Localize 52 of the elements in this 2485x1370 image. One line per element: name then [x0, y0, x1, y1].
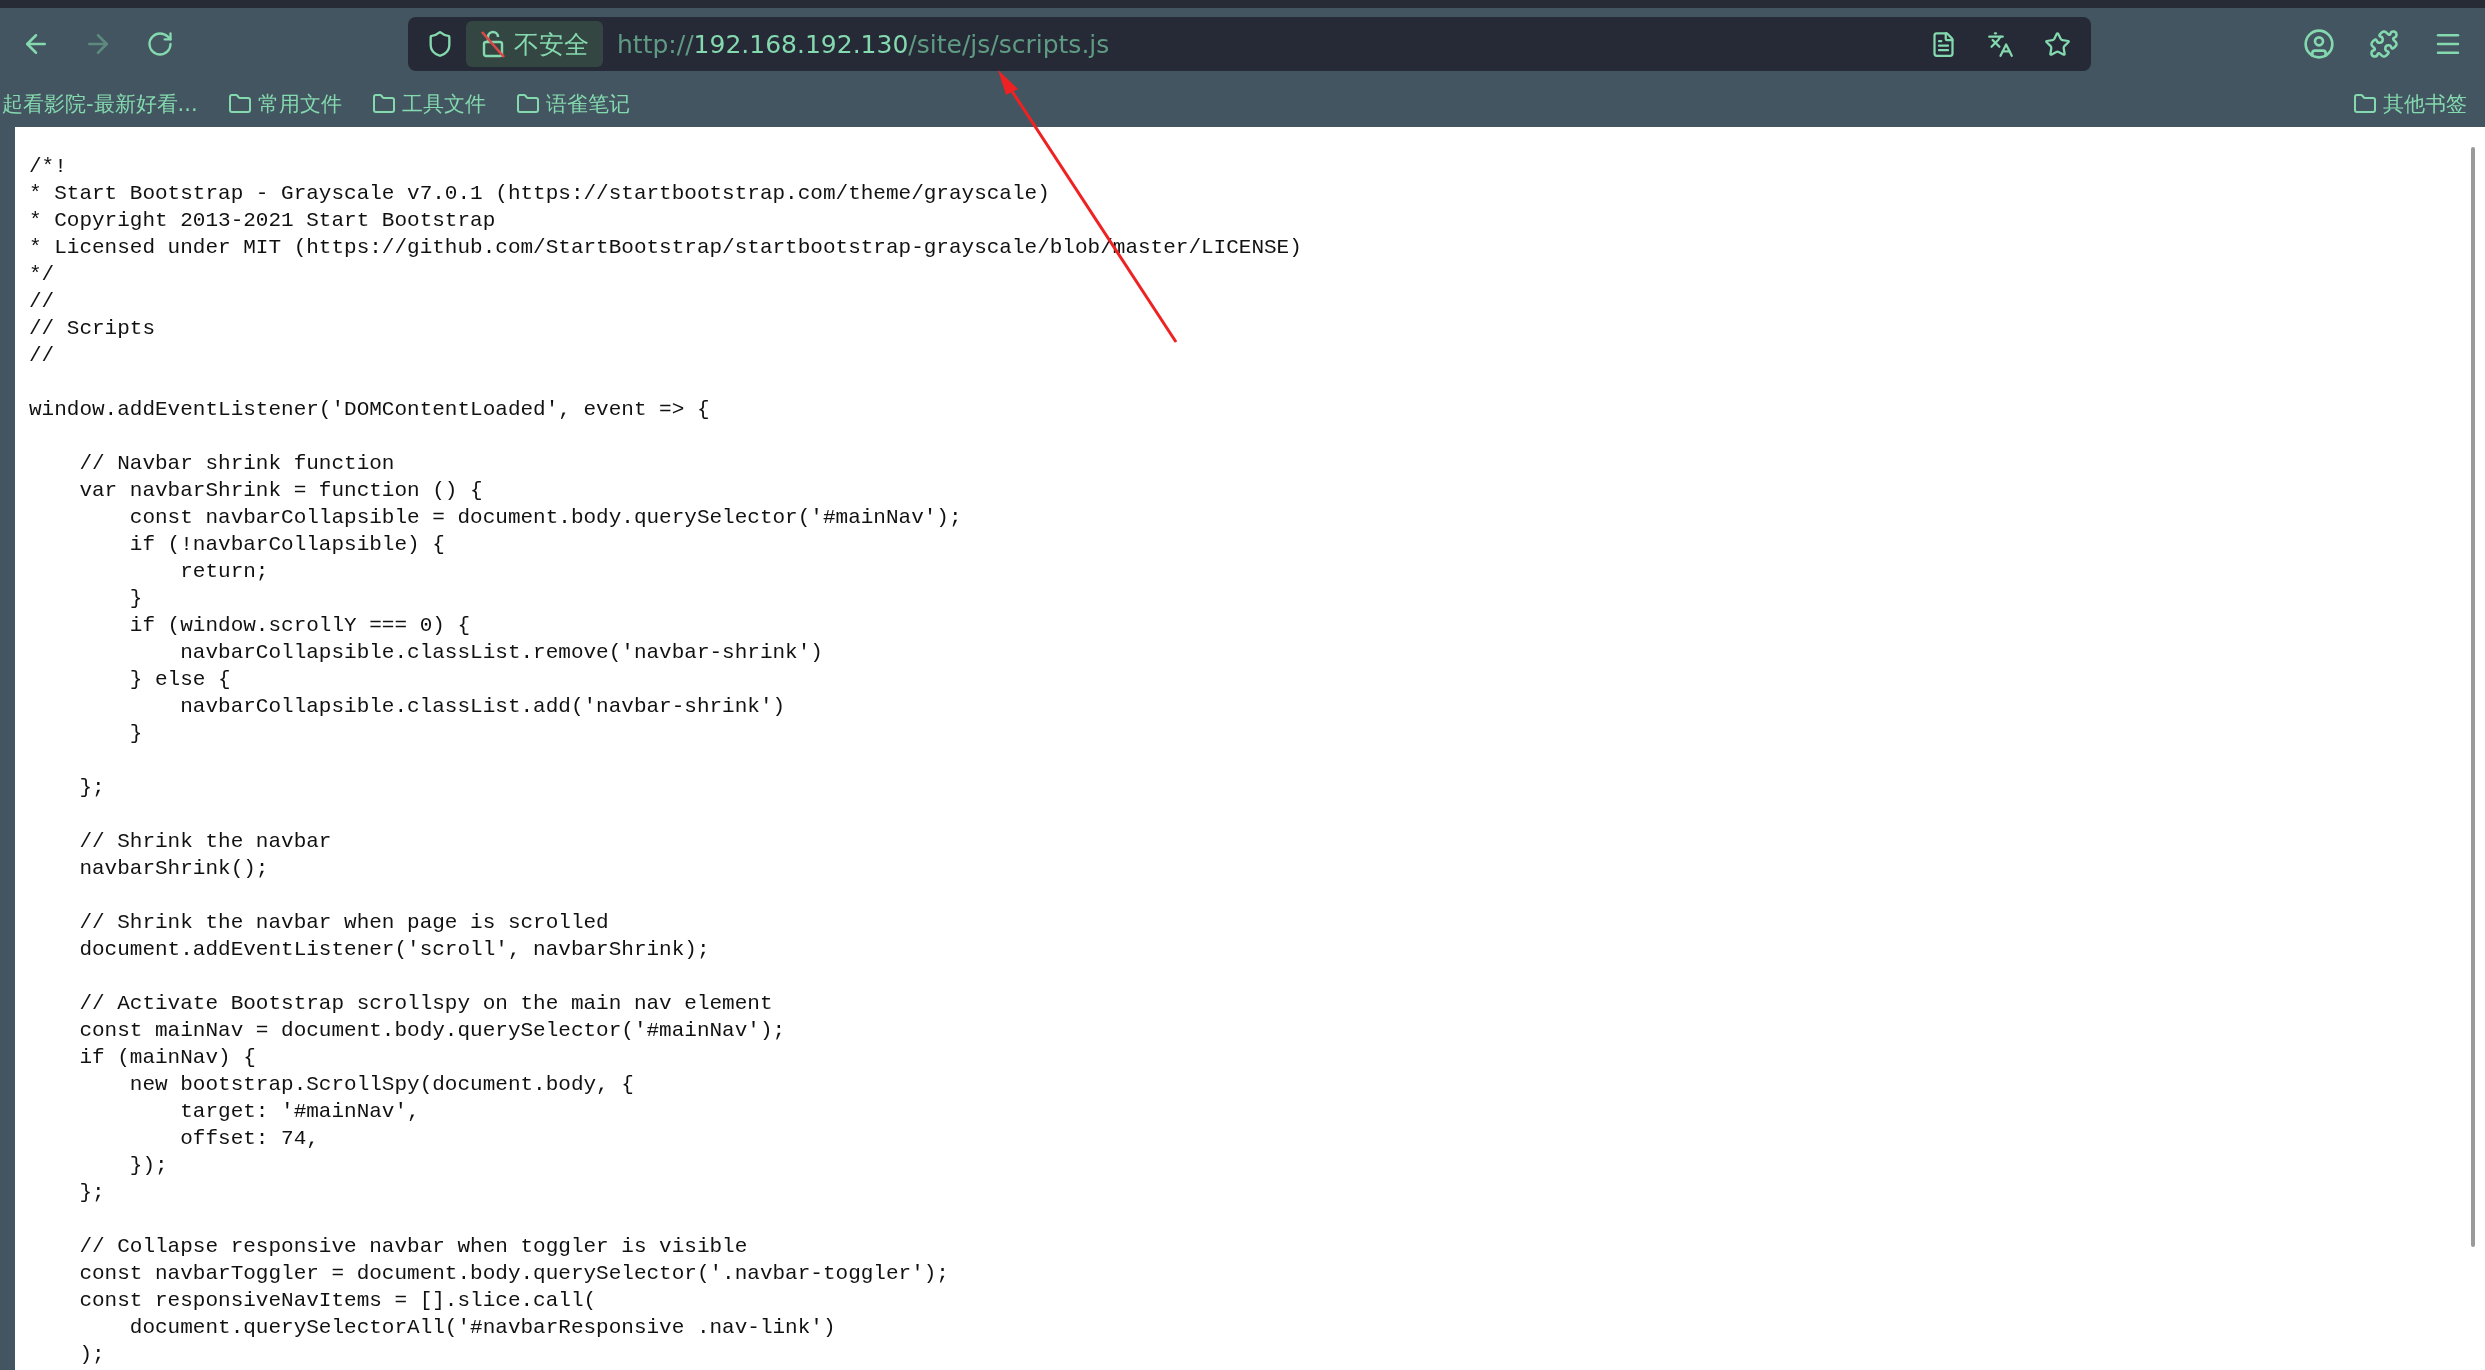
- code-line: } else {: [128, 667, 231, 693]
- bookmark-folder[interactable]: 其他书签: [2349, 87, 2471, 120]
- code-line: const navbarToggler = document.body.querySelector('.navbar-toggler');: [78, 1261, 949, 1287]
- scrollbar-thumb[interactable]: [2471, 147, 2475, 1247]
- folder-icon: [2353, 91, 2377, 116]
- reload-icon: [146, 30, 174, 58]
- code-line: };: [78, 775, 105, 801]
- code-line: navbarCollapsible.classList.add('navbar-shrink'): [179, 694, 786, 720]
- code-line: document.addEventListener('scroll', navbarShrink);: [78, 937, 710, 963]
- folder-icon: [227, 91, 252, 116]
- code-line: // Collapse responsive navbar when toggler is visible: [78, 1234, 748, 1260]
- bookmark-folder[interactable]: 常用文件: [223, 87, 346, 120]
- code-line: };: [78, 1180, 105, 1206]
- code-line: * Start Bootstrap - Grayscale v7.0.1 (https://startbootstrap.com/theme/grayscale): [29, 181, 1050, 207]
- url-text[interactable]: http://192.168.192.130/site/js/scripts.js: [617, 29, 1926, 59]
- code-line: navbarShrink();: [78, 856, 269, 882]
- bookmark-item[interactable]: 起看影院-最新好看...: [0, 87, 202, 120]
- address-bar[interactable]: 不安全 http://192.168.192.130/site/js/scripts.js: [408, 17, 2091, 71]
- code-line: offset: 74,: [179, 1126, 319, 1152]
- code-line: new bootstrap.ScrollSpy(document.body, {: [128, 1072, 634, 1098]
- crossed-lock-icon: [480, 29, 506, 59]
- code-line: const responsiveNavItems = [].slice.call(: [78, 1288, 597, 1314]
- code-line: });: [128, 1153, 168, 1179]
- code-line: if (window.scrollY === 0) {: [128, 613, 471, 639]
- code-line: return;: [179, 559, 269, 585]
- code-line: );: [78, 1342, 105, 1368]
- code-line: // Scripts: [29, 316, 156, 342]
- code-line: // Shrink the navbar: [78, 829, 332, 855]
- folder-icon: [515, 91, 540, 116]
- code-line: }: [128, 721, 143, 747]
- security-chip[interactable]: 不安全: [466, 21, 603, 67]
- code-line: //: [29, 289, 55, 315]
- code-line: const mainNav = document.body.querySelector('#mainNav');: [78, 1018, 786, 1044]
- code-line: var navbarShrink = function () {: [78, 478, 483, 504]
- folder-icon: [371, 91, 396, 116]
- code-line: if (mainNav) {: [78, 1045, 256, 1071]
- code-line: document.querySelectorAll('#navbarResponsive .nav-link'): [128, 1315, 836, 1341]
- code-line: const navbarCollapsible = document.body.querySelector('#mainNav');: [128, 505, 962, 531]
- code-line: * Copyright 2013-2021 Start Bootstrap: [29, 208, 496, 234]
- bookmark-folder[interactable]: 工具文件: [367, 87, 490, 120]
- bookmark-folder[interactable]: 语雀笔记: [511, 87, 634, 120]
- code-line: navbarCollapsible.classList.remove('navbar-shrink'): [179, 640, 823, 666]
- code-line: window.addEventListener('DOMContentLoaded', event => {: [29, 397, 710, 423]
- code-line: // Activate Bootstrap scrollspy on the main nav element: [78, 991, 773, 1017]
- code-line: // Navbar shrink function: [78, 451, 395, 477]
- code-line: // Shrink the navbar when page is scrolled: [78, 910, 609, 936]
- code-line: if (!navbarCollapsible) {: [128, 532, 445, 558]
- code-line: }: [128, 586, 143, 612]
- code-line: //: [29, 343, 55, 369]
- code-line: */: [29, 262, 55, 288]
- code-line: target: '#mainNav',: [179, 1099, 420, 1125]
- code-line: /*!: [29, 154, 67, 180]
